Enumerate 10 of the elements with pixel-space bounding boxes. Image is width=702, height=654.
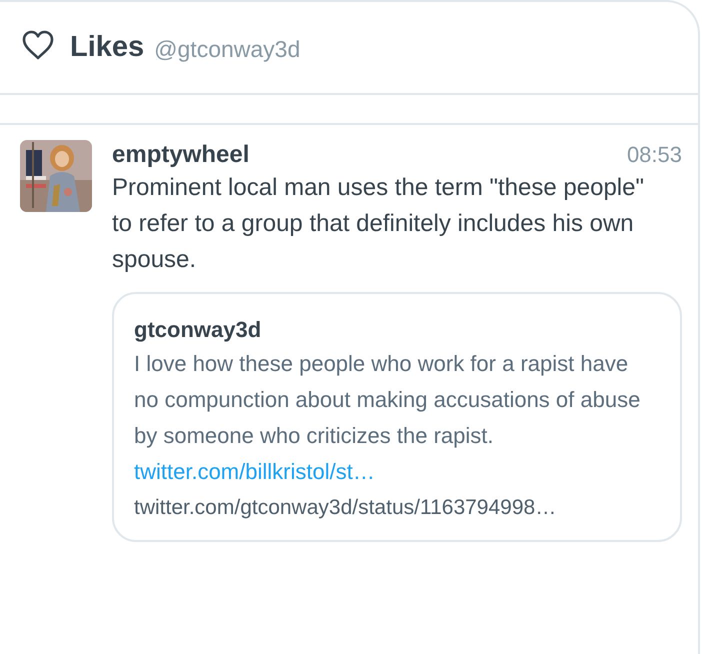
page-title: Likes	[70, 31, 144, 64]
heart-icon	[22, 30, 54, 60]
tweet-url: twitter.com/gtconway3d/status/1163794998…	[134, 495, 556, 521]
quoted-tweet-text: I love how these people who work for a rapist have no compunction about making accusations of abuse by someone who criticizes the rapist.	[134, 350, 642, 450]
quoted-author-name: gtconway3d	[134, 316, 262, 344]
quoted-tweet-card[interactable]	[112, 292, 682, 542]
author-name[interactable]: emptywheel	[112, 140, 250, 170]
tweet-text: Prominent local man uses the term "these people" to refer to a group that definitely includes his own spouse.	[112, 173, 645, 275]
user-handle: @gtconway3d	[154, 36, 300, 63]
timestamp: 08:53	[626, 142, 682, 168]
